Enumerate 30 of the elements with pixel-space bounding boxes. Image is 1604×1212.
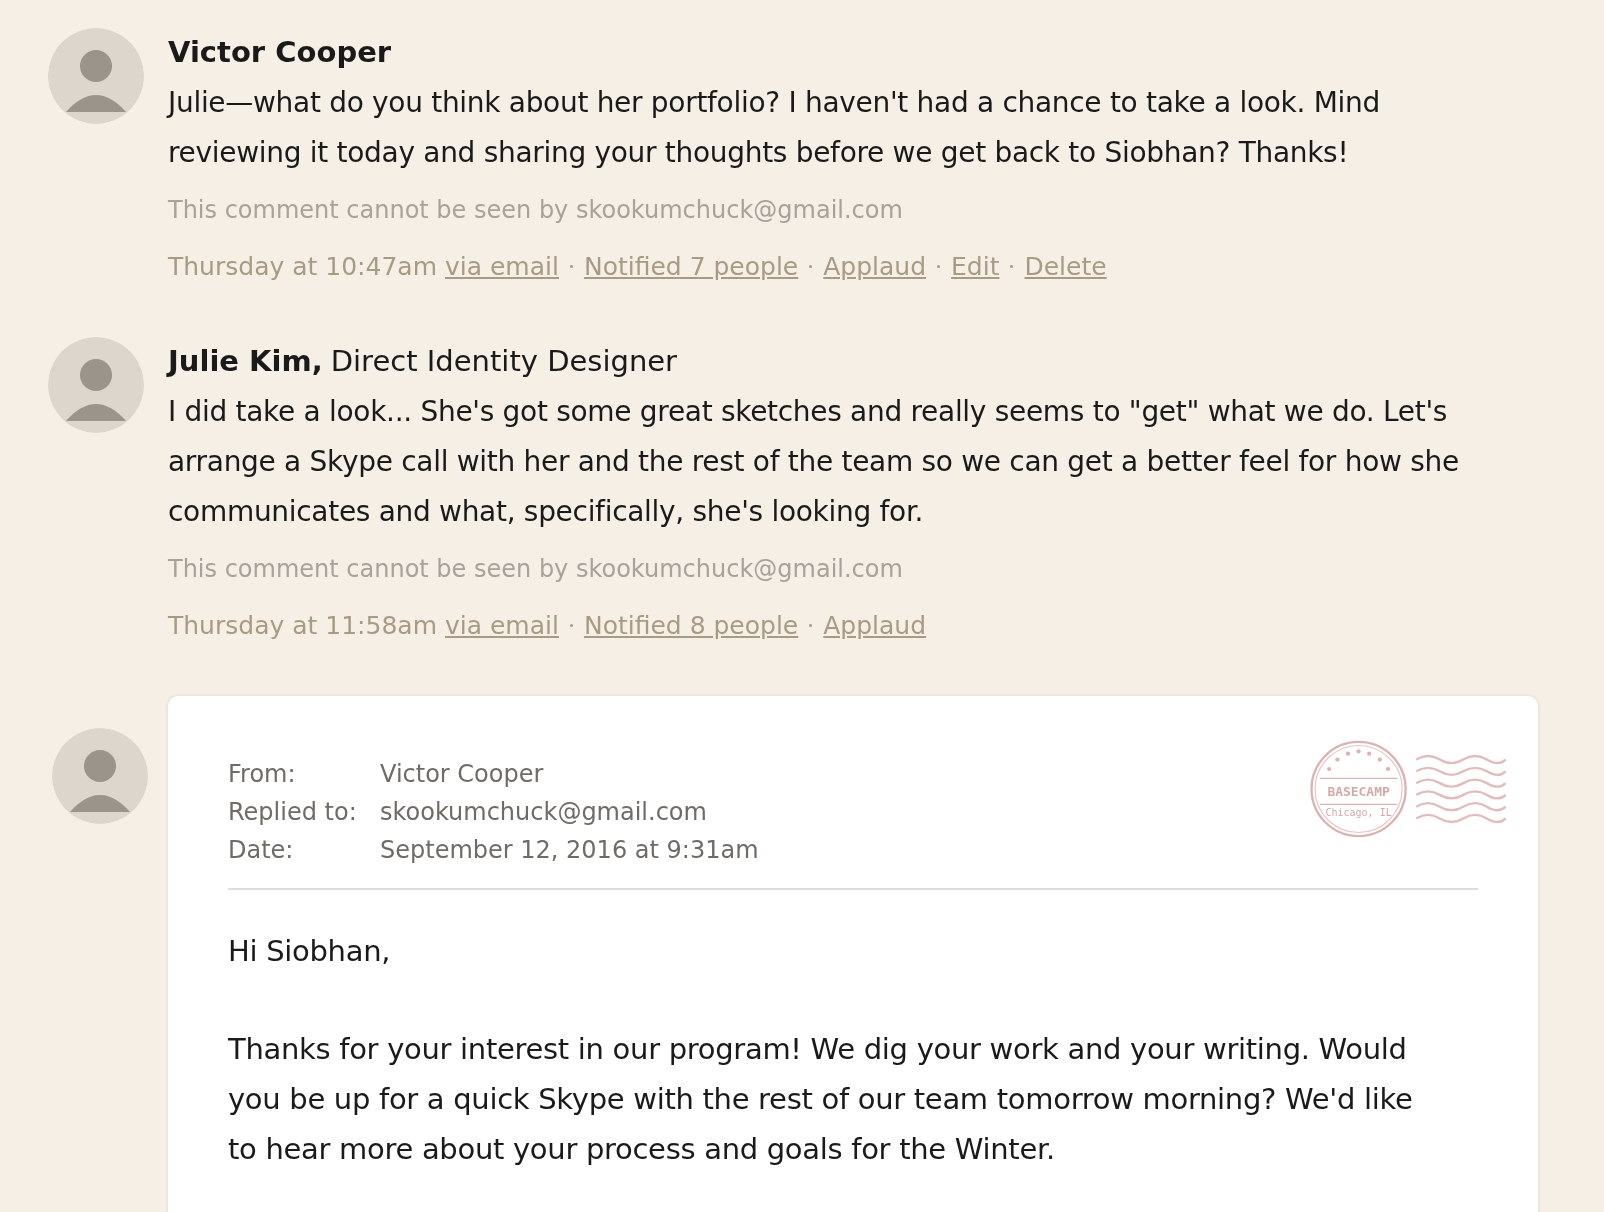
comment-text: I did take a look... She's got some great sketches and really seems to "get" what we do. Let's arrange a Skype call with her and the rest of the team so we can get a better feel for how she communicates and what, specifically, she's looking for. — [168, 394, 1460, 530]
stamp-text: Chicago, IL — [1325, 807, 1392, 819]
comment-action-link[interactable]: Delete — [1024, 252, 1107, 281]
comment-action-link[interactable]: Notified 8 people — [583, 611, 799, 640]
comment-text: Julie—what do you think about her portfolio? I haven't had a chance to take a look. Mind reviewing it today and sharing your thoughts before we get back to Siobhan? Thanks! — [168, 85, 1381, 171]
field-value: September 12, 2016 at 9:31am — [380, 835, 759, 866]
comment-action-link[interactable]: Applaud — [823, 252, 927, 281]
comment-time: Thursday at 11:58am — [168, 611, 437, 640]
comment-action-link[interactable]: Applaud — [823, 611, 927, 640]
comment-action-link[interactable]: Notified 7 people — [583, 252, 799, 281]
avatar-icon — [48, 337, 144, 433]
comment-action-link[interactable]: via email — [445, 252, 559, 281]
avatar-icon — [52, 728, 148, 824]
comment-action-link[interactable]: Edit — [951, 252, 1000, 281]
field-value: Victor Cooper — [380, 759, 545, 790]
stamp-text: BASECAMP — [1327, 784, 1390, 800]
author-name: Victor Cooper — [168, 35, 392, 69]
visibility-note: This comment cannot be seen by skookumchuck@gmail.com — [168, 196, 904, 224]
avatar-icon — [48, 28, 144, 124]
field-label: Date: — [228, 835, 295, 866]
author-role: Direct Identity Designer — [330, 344, 678, 378]
field-label: Replied to: — [228, 797, 358, 828]
email-paragraph: Thanks for your interest in our program! We dig your work and your writing. Would you be up for a quick Skype with the rest of our team tomorrow morning? We'd like to hear more about your process and goals for the Winter. — [228, 1031, 1414, 1168]
author-name: Julie Kim, — [168, 344, 323, 378]
comment-time: Thursday at 10:47am — [168, 252, 437, 281]
email-greeting: Hi Siobhan, — [228, 933, 392, 970]
field-label: From: — [228, 759, 297, 790]
field-value: skookumchuck@gmail.com — [380, 797, 708, 828]
comment-action-link[interactable]: via email — [445, 611, 559, 640]
visibility-note: This comment cannot be seen by skookumchuck@gmail.com — [168, 555, 904, 583]
